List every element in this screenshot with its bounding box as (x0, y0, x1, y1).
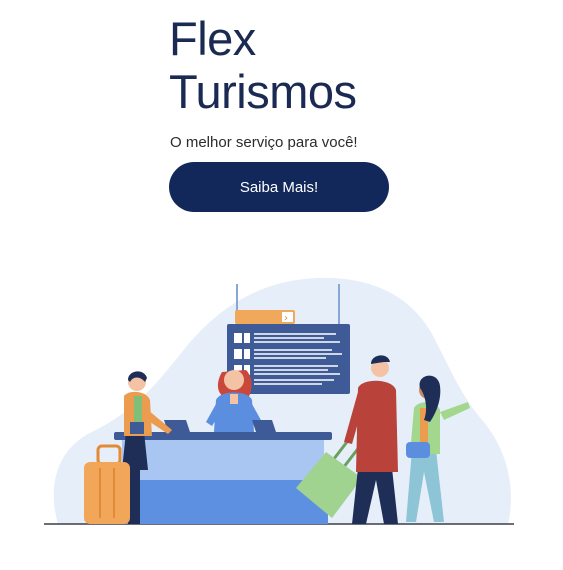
learn-more-button[interactable]: Saiba Mais! (169, 162, 389, 212)
title-line-2: Turismos (169, 65, 357, 118)
board-cell-1 (234, 333, 242, 343)
handbag (406, 442, 430, 458)
check-in-desk-front (122, 440, 324, 480)
board-cell-3 (234, 349, 242, 359)
board-cell-4 (244, 349, 250, 359)
airport-check-in-illustration-icon: › (44, 277, 514, 525)
tagline: O melhor serviço para você! (170, 134, 358, 151)
desk-monitor-right (252, 420, 276, 432)
check-in-desk-base (118, 480, 328, 524)
title-line-1: Flex (169, 12, 256, 65)
hero-section: Flex Turismos O melhor serviço para você… (169, 12, 429, 152)
orange-suitcase (84, 462, 130, 524)
gate-sign-arrow: › (284, 313, 288, 324)
page-title: Flex Turismos (169, 12, 429, 118)
board-cell-2 (244, 333, 250, 343)
